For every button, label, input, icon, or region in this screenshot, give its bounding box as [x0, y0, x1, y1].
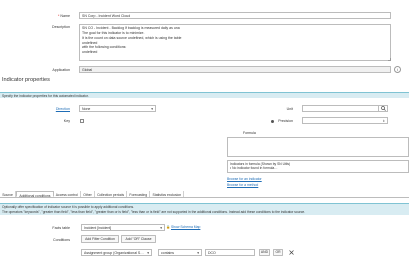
direction-select[interactable]: None ▾: [79, 105, 156, 112]
chevron-down-icon: ▾: [197, 250, 199, 255]
or-button[interactable]: OR: [273, 248, 283, 256]
unit-label: Unit: [286, 107, 293, 111]
condition-value-input[interactable]: DCO: [205, 248, 255, 256]
condition-operator-value: contains: [161, 250, 175, 255]
indicator-properties-banner: Specify the indicator properties for thi…: [0, 92, 409, 98]
application-label: Application: [52, 68, 70, 72]
add-filter-condition-button[interactable]: Add Filter Condition: [81, 235, 119, 243]
direction-label: Direction: [40, 107, 70, 111]
formula-info-line: • No indicator found in formula…: [230, 166, 278, 171]
name-label: * Name: [40, 13, 70, 18]
lock-icon[interactable]: 🔒: [166, 225, 170, 229]
application-field: Global: [79, 65, 391, 73]
description-field[interactable]: SN CO - Incident - Backlog If backlog is…: [79, 24, 391, 61]
show-schema-map-link[interactable]: Show Schema Map: [171, 225, 200, 229]
tab-other[interactable]: Other: [81, 191, 95, 197]
close-icon[interactable]: [288, 249, 295, 256]
name-label-text: Name: [60, 14, 70, 18]
description-label: Description: [52, 25, 70, 29]
facts-table-label: Facts table: [52, 226, 70, 230]
tab-forecasting[interactable]: Forecasting: [127, 191, 151, 197]
tab-collection-periods[interactable]: Collection periods: [95, 191, 128, 197]
chevron-down-icon: ▾: [147, 250, 149, 255]
precision-label: Precision: [278, 119, 293, 123]
chevron-down-icon: ▾: [151, 107, 153, 112]
and-button[interactable]: AND: [259, 248, 270, 256]
facts-table-value: Incident [incident]: [84, 225, 112, 230]
direction-link[interactable]: Direction: [56, 107, 70, 111]
browse-indicator-link[interactable]: Browse for an indicator: [227, 177, 262, 181]
key-checkbox[interactable]: [80, 118, 85, 123]
unit-field[interactable]: [302, 105, 379, 112]
formula-label: Formula: [243, 131, 256, 135]
tab-access-control[interactable]: Access control: [54, 191, 82, 197]
resize-handle-icon[interactable]: [388, 58, 391, 61]
key-label: Key: [63, 119, 70, 123]
direction-value: None: [82, 107, 91, 112]
section-title-indicator-properties: Indicator properties: [2, 77, 50, 83]
stepper-icon: ⇕: [382, 119, 385, 124]
tab-statistics-exclusion[interactable]: Statistics exclusion: [150, 191, 185, 197]
name-field[interactable]: SN Corp - Incident Word Cloud: [79, 11, 391, 19]
search-icon[interactable]: [378, 105, 388, 112]
tab-additional-conditions[interactable]: Additional conditions: [16, 191, 54, 198]
banner-line: The operators "keywords", "greater than …: [2, 209, 306, 214]
browse-method-link[interactable]: Browse for a method: [227, 183, 258, 187]
tab-source[interactable]: Source: [0, 191, 17, 197]
tab-bar: Source Additional conditions Access cont…: [0, 191, 409, 198]
info-icon[interactable]: i: [394, 65, 401, 73]
condition-field-value: Assignment group (Organizational S…: [84, 250, 144, 255]
add-or-clause-button[interactable]: Add "OR" Clause: [121, 235, 156, 243]
condition-operator-select[interactable]: contains ▾: [158, 248, 202, 256]
precision-field[interactable]: ⇕: [302, 117, 388, 124]
chevron-down-icon: ▾: [160, 225, 162, 230]
facts-table-select[interactable]: Incident [incident] ▾: [81, 223, 165, 231]
formula-info-box: Indicators in formula (Shown by SN Utils…: [227, 160, 409, 173]
condition-field-select[interactable]: Assignment group (Organizational S… ▾: [81, 248, 152, 256]
formula-field[interactable]: [227, 137, 409, 157]
additional-conditions-banner: Optionally offer specification of indica…: [0, 203, 409, 215]
conditions-label: Conditions: [53, 238, 70, 242]
description-line: undefined: [82, 50, 98, 55]
